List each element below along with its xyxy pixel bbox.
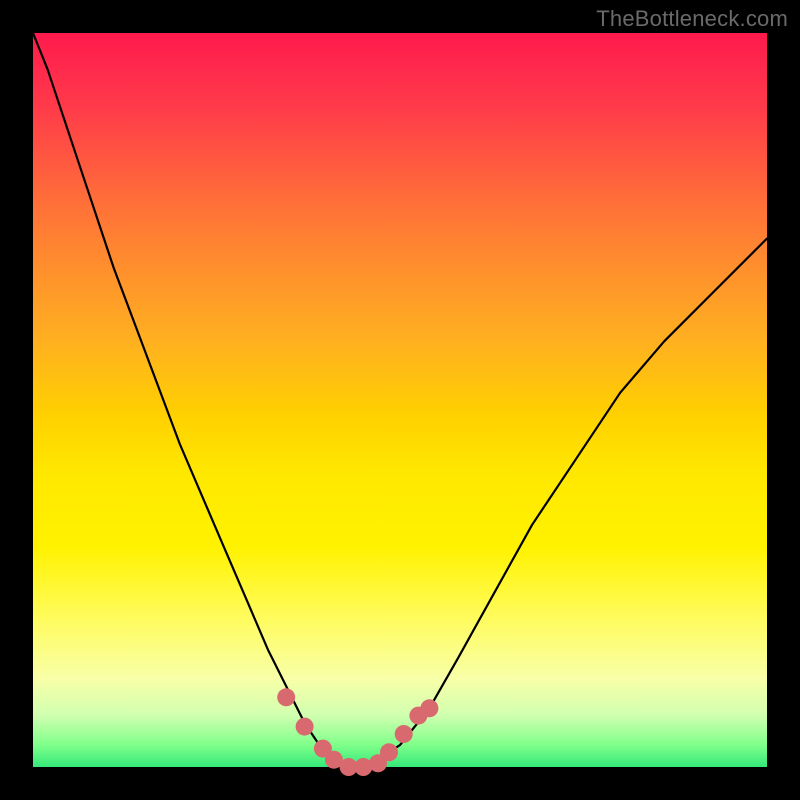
highlight-marker [420, 699, 438, 717]
plot-area [33, 33, 767, 767]
highlight-marker [277, 688, 295, 706]
bottleneck-curve [33, 33, 767, 767]
highlight-marker [395, 725, 413, 743]
highlight-marker [380, 743, 398, 761]
highlight-marker [296, 718, 314, 736]
highlight-markers-group [277, 688, 438, 776]
chart-frame: TheBottleneck.com [0, 0, 800, 800]
watermark-text: TheBottleneck.com [596, 6, 788, 32]
chart-svg [33, 33, 767, 767]
